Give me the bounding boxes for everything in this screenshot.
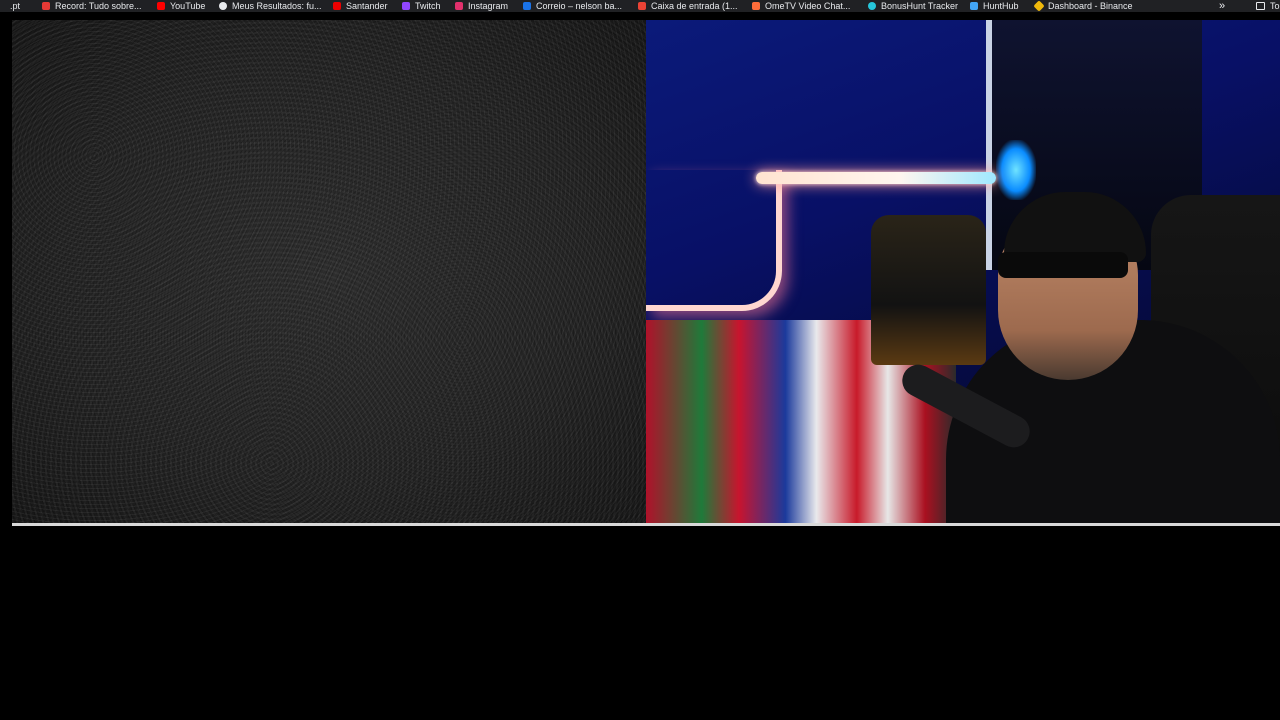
folder-icon	[1256, 2, 1265, 10]
bookmark-record[interactable]: Record: Tudo sobre...	[42, 0, 142, 12]
bookmark-label: HuntHub	[983, 1, 1019, 11]
bonushunt-icon	[868, 2, 876, 10]
bookmark-instagram[interactable]: Instagram	[455, 0, 508, 12]
bookmark-meus-resultados[interactable]: Meus Resultados: fu...	[219, 0, 322, 12]
instagram-icon	[455, 2, 463, 10]
sunglasses	[998, 252, 1128, 278]
neon-light	[646, 170, 782, 311]
bookmark-hunthub[interactable]: HuntHub	[970, 0, 1019, 12]
bookmark-label: OmeTV Video Chat...	[765, 1, 851, 11]
bookmarks-overflow-button[interactable]: »	[1219, 0, 1225, 12]
bookmarks-folder[interactable]: To	[1256, 0, 1280, 12]
ometv-icon	[752, 2, 760, 10]
bookmark-youtube[interactable]: YouTube	[157, 0, 205, 12]
bookmark-label: Correio – nelson ba...	[536, 1, 623, 11]
bookmark-label: BonusHunt Tracker	[881, 1, 959, 11]
bookmark-correio[interactable]: Correio – nelson ba...	[523, 0, 622, 12]
dark-jersey	[871, 215, 986, 365]
bookmark-label: YouTube	[170, 1, 206, 11]
mail-icon	[523, 2, 531, 10]
static-noise	[12, 20, 646, 524]
youtube-icon	[157, 2, 165, 10]
page-content	[0, 12, 1280, 720]
video-stream-left[interactable]	[12, 20, 646, 524]
bookmark-label: Santander	[346, 1, 388, 11]
blue-lamp	[996, 140, 1036, 200]
neon-shelf	[756, 172, 996, 184]
bookmark-binance[interactable]: Dashboard - Binance	[1033, 0, 1133, 12]
bookmark-label: Instagram	[468, 1, 509, 11]
twitch-icon	[402, 2, 410, 10]
bookmark-twitch[interactable]: Twitch	[402, 0, 441, 12]
bookmark-ometv[interactable]: OmeTV Video Chat...	[752, 0, 850, 12]
hunthub-icon	[970, 2, 978, 10]
chevron-double-right-icon: »	[1219, 0, 1226, 12]
bookmarks-bar: .pt Record: Tudo sobre... YouTube Meus R…	[0, 0, 1280, 12]
bookmark-pt[interactable]: .pt	[10, 0, 20, 12]
bookmark-label: Meus Resultados: fu...	[232, 1, 322, 11]
record-icon	[42, 2, 50, 10]
video-stream-webcam[interactable]	[646, 20, 1280, 524]
bookmark-label: Dashboard - Binance	[1048, 1, 1133, 11]
gmail-icon	[638, 2, 646, 10]
bookmark-label: Record: Tudo sobre...	[55, 1, 142, 11]
bookmark-santander[interactable]: Santander	[333, 0, 388, 12]
bookmark-bonushunt[interactable]: BonusHunt Tracker	[868, 0, 958, 12]
results-icon	[219, 2, 227, 10]
santander-icon	[333, 2, 341, 10]
bookmark-caixa-de-entrada[interactable]: Caixa de entrada (1...	[638, 0, 738, 12]
bookmark-label: .pt	[10, 1, 21, 11]
video-progress-bar[interactable]	[12, 523, 1280, 526]
binance-icon	[1033, 0, 1045, 12]
left-gutter	[0, 12, 12, 525]
bookmark-label: To	[1270, 1, 1280, 11]
bookmark-label: Twitch	[415, 1, 441, 11]
bookmark-label: Caixa de entrada (1...	[651, 1, 738, 11]
